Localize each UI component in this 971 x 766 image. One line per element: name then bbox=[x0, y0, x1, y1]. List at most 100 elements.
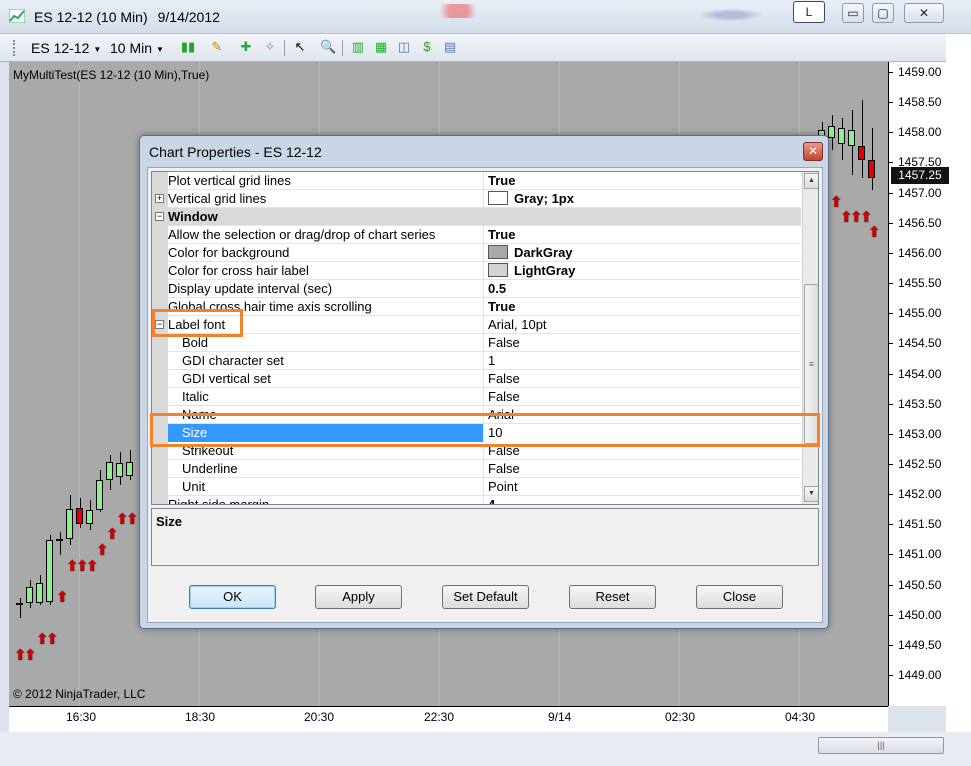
row-gutter bbox=[152, 280, 168, 298]
property-value[interactable]: DarkGray bbox=[483, 244, 801, 262]
interval-selector[interactable]: 10 Min ▼ bbox=[110, 40, 164, 56]
property-value[interactable]: 4 bbox=[483, 496, 801, 505]
property-row[interactable]: + Vertical grid lines Gray; 1px bbox=[152, 190, 801, 208]
property-value[interactable]: 1 bbox=[483, 352, 801, 370]
property-value-text: True bbox=[488, 299, 516, 314]
apply-button[interactable]: Apply bbox=[315, 585, 402, 609]
price-tick bbox=[888, 584, 893, 586]
toolbar-separator bbox=[284, 40, 285, 56]
property-value[interactable]: False bbox=[483, 388, 801, 406]
strategy-icon[interactable]: ✧ bbox=[262, 39, 278, 55]
property-row[interactable]: Global cross hair time axis scrolling Tru… bbox=[152, 298, 801, 316]
property-value[interactable]: False bbox=[483, 370, 801, 388]
candle bbox=[26, 587, 33, 603]
minimize-button[interactable]: ▭ bbox=[842, 3, 864, 23]
property-row[interactable]: Underline False bbox=[152, 460, 801, 478]
bar-style-icon[interactable]: ▮▮ bbox=[180, 39, 196, 55]
time-label: 04:30 bbox=[785, 710, 816, 724]
row-gutter bbox=[152, 226, 168, 244]
expand-icon[interactable]: + bbox=[155, 194, 164, 203]
description-title: Size bbox=[156, 514, 183, 529]
price-label: 1450.00 bbox=[898, 607, 942, 622]
property-value[interactable]: LightGray bbox=[483, 262, 801, 280]
property-value-text: DarkGray bbox=[514, 245, 573, 260]
buy-arrow-icon: ⬆ bbox=[868, 224, 881, 241]
property-value[interactable]: Gray; 1px bbox=[483, 190, 801, 208]
dialog-title: Chart Properties - ES 12-12 bbox=[149, 144, 322, 160]
last-price-marker: 1457.25 bbox=[891, 167, 949, 184]
chart-app-icon bbox=[9, 9, 25, 23]
price-tick bbox=[888, 463, 893, 465]
price-label: 1453.00 bbox=[898, 426, 942, 441]
property-row[interactable]: Right side margin 4 bbox=[152, 496, 801, 505]
property-value[interactable]: True bbox=[483, 298, 801, 316]
chart-horizontal-scrollbar[interactable]: ||| bbox=[818, 737, 944, 754]
price-tick bbox=[888, 614, 893, 616]
property-value[interactable]: False bbox=[483, 460, 801, 478]
property-value[interactable]: Arial, 10pt bbox=[483, 316, 801, 334]
zoom-icon[interactable]: 🔍 bbox=[320, 39, 336, 55]
row-gutter bbox=[152, 460, 168, 478]
property-value[interactable]: True bbox=[483, 172, 801, 190]
property-row[interactable]: Display update interval (sec) 0.5 bbox=[152, 280, 801, 298]
close-button[interactable]: Close bbox=[696, 585, 783, 609]
price-label: 1449.00 bbox=[898, 668, 942, 682]
indicators-icon[interactable]: ▥ bbox=[350, 39, 366, 55]
property-row[interactable]: Italic False bbox=[152, 388, 801, 406]
property-row[interactable]: Color for cross hair label LightGray bbox=[152, 262, 801, 280]
drawing-pencil-icon[interactable]: ✎ bbox=[209, 39, 225, 55]
property-value-text: 4 bbox=[488, 497, 496, 505]
property-row[interactable]: Allow the selection or drag/drop of char… bbox=[152, 226, 801, 244]
add-indicator-icon[interactable]: ✚ bbox=[238, 39, 254, 55]
property-value[interactable]: False bbox=[483, 334, 801, 352]
property-row[interactable]: − Window bbox=[152, 208, 801, 226]
interval-label: 10 Min bbox=[110, 40, 153, 56]
link-button[interactable]: L bbox=[793, 1, 825, 23]
candle-wick bbox=[60, 532, 61, 555]
chart-window-icon[interactable]: ◫ bbox=[396, 39, 412, 55]
candle bbox=[868, 160, 875, 178]
scroll-down-button[interactable]: ▼ bbox=[804, 486, 818, 502]
cursor-icon[interactable]: ↖ bbox=[292, 39, 308, 55]
properties-icon[interactable]: ▤ bbox=[442, 39, 458, 55]
property-row[interactable]: Plot vertical grid lines True bbox=[152, 172, 801, 190]
property-row[interactable]: GDI vertical set False bbox=[152, 370, 801, 388]
blurred-overlay-icon bbox=[696, 8, 766, 22]
property-row[interactable]: − Label font Arial, 10pt bbox=[152, 316, 801, 334]
property-value[interactable]: Point bbox=[483, 478, 801, 496]
close-window-button[interactable]: ✕ bbox=[904, 3, 944, 23]
row-gutter bbox=[152, 262, 168, 280]
candle bbox=[76, 508, 83, 524]
maximize-button[interactable]: ▢ bbox=[872, 3, 894, 23]
property-value[interactable]: True bbox=[483, 226, 801, 244]
property-name: Underline bbox=[182, 461, 238, 476]
price-label: 1453.50 bbox=[898, 396, 942, 411]
scroll-up-button[interactable]: ▲ bbox=[804, 173, 818, 189]
row-gutter bbox=[152, 496, 168, 504]
row-gutter bbox=[152, 352, 168, 370]
price-tick bbox=[888, 313, 893, 315]
property-row[interactable]: GDI character set 1 bbox=[152, 352, 801, 370]
strategies-icon[interactable]: ▦ bbox=[373, 39, 389, 55]
toolbar-grip[interactable] bbox=[13, 40, 16, 56]
candle bbox=[36, 583, 43, 603]
instrument-selector[interactable]: ES 12-12 ▼ bbox=[31, 40, 101, 56]
property-row[interactable]: Bold False bbox=[152, 334, 801, 352]
property-row[interactable]: Unit Point bbox=[152, 478, 801, 496]
price-tick bbox=[888, 162, 893, 164]
price-label: 1456.00 bbox=[898, 245, 942, 260]
property-name: Display update interval (sec) bbox=[168, 281, 333, 296]
set-default-button[interactable]: Set Default bbox=[442, 585, 529, 609]
reset-button[interactable]: Reset bbox=[569, 585, 656, 609]
collapse-icon[interactable]: − bbox=[155, 212, 164, 221]
toolbar-separator bbox=[342, 40, 343, 56]
dialog-close-button[interactable]: ✕ bbox=[803, 142, 823, 161]
property-row[interactable]: Color for background DarkGray bbox=[152, 244, 801, 262]
property-grid-scrollbar[interactable]: ▲ ≡ ▼ bbox=[802, 172, 818, 504]
price-tick bbox=[888, 644, 893, 646]
ok-button[interactable]: OK bbox=[189, 585, 276, 609]
price-tick bbox=[888, 373, 893, 375]
dollar-icon[interactable]: $ bbox=[419, 39, 435, 55]
property-value[interactable]: 0.5 bbox=[483, 280, 801, 298]
candle bbox=[858, 146, 865, 160]
